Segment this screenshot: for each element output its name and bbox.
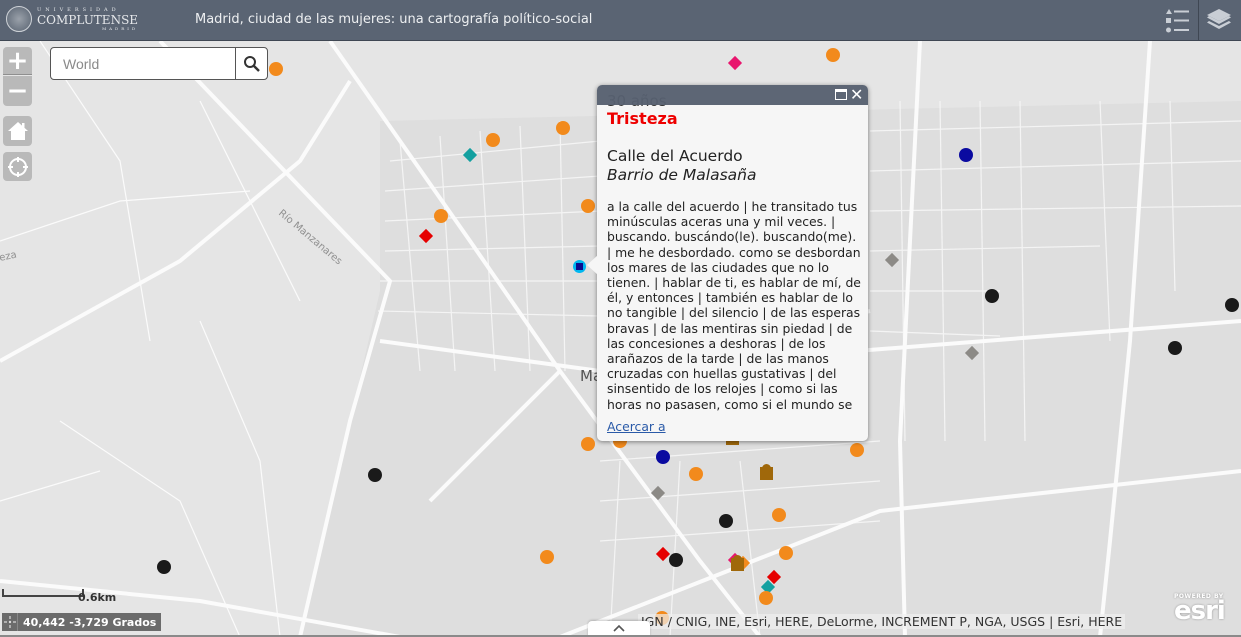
popup-text: a la calle del acuerdo | he transitado t… [607,199,861,411]
map-marker-circle[interactable] [959,148,973,162]
map-marker-circle[interactable] [368,468,382,482]
popup-pointer [587,255,598,275]
close-icon[interactable]: ✕ [850,85,863,105]
map-marker-square[interactable] [760,464,773,480]
map-marker-circle[interactable] [772,508,786,522]
esri-wordmark: esri [1174,596,1226,626]
map-marker-circle[interactable] [669,553,683,567]
layers-button[interactable] [1198,0,1241,41]
popup-body: 30 años Tristeza Calle del Acuerdo Barri… [607,93,862,411]
map-view[interactable]: Río Manzanares eza Ma + − World ✕ Triste… [0,41,1241,637]
attribution: IGN / CNIG, INE, Esri, HERE, DeLorme, IN… [638,614,1126,629]
logo-line-3: MADRID [102,25,139,31]
search-button[interactable] [235,48,267,79]
map-marker-circle[interactable] [689,467,703,481]
home-button[interactable] [3,116,32,146]
logo-line-2: COMPLUTENSE [37,12,139,27]
locate-button[interactable] [3,152,32,181]
map-marker-circle[interactable] [719,514,733,528]
university-seal-icon [6,6,32,32]
map-marker-circle[interactable] [540,550,554,564]
map-marker-circle[interactable] [434,209,448,223]
map-marker-circle[interactable] [581,437,595,451]
map-marker-circle[interactable] [556,121,570,135]
map-marker-circle[interactable] [1225,298,1239,312]
info-popup: ✕ 30 años Tristeza Calle del Acuerdo Bar… [597,85,868,441]
map-marker-circle[interactable] [985,289,999,303]
legend-button[interactable] [1156,0,1198,41]
scale-label: 0.6km [78,591,117,604]
university-logo: UNIVERSIDAD COMPLUTENSE MADRID [6,6,138,32]
coordinates-text: 40,442 -3,729 Grados [23,615,157,629]
maximize-icon[interactable] [835,89,847,100]
popup-header: ✕ [597,85,868,105]
home-icon [7,122,28,140]
esri-logo[interactable]: POWERED BY esri [1174,593,1226,626]
app-header: UNIVERSIDAD COMPLUTENSE MADRID Madrid, c… [0,0,1241,41]
search-input[interactable] [51,48,235,79]
selected-marker[interactable] [573,260,586,273]
locate-icon [7,156,28,177]
app-window: UNIVERSIDAD COMPLUTENSE MADRID Madrid, c… [0,0,1241,637]
logo-line-1: UNIVERSIDAD [37,6,120,13]
legend-list-icon [1166,9,1189,33]
search-icon [243,55,260,72]
popup-emotion: Tristeza [607,109,678,128]
scale-bar [2,589,84,597]
coordinates-widget: 40,442 -3,729 Grados [2,613,162,631]
map-marker-circle[interactable] [581,199,595,213]
map-marker-circle[interactable] [486,133,500,147]
layers-icon [1207,9,1231,29]
search-box [50,47,268,80]
map-marker-circle[interactable] [850,443,864,457]
chevron-up-icon [613,624,625,632]
map-marker-circle[interactable] [779,546,793,560]
zoom-in-button[interactable]: + [3,47,32,75]
map-marker-circle[interactable] [1168,341,1182,355]
app-title: Madrid, ciudad de las mujeres: una carto… [195,12,593,27]
map-marker-circle[interactable] [656,450,670,464]
zoom-out-button[interactable]: − [3,76,32,106]
popup-barrio: Barrio de Malasaña [607,166,757,184]
map-marker-square[interactable] [731,555,744,571]
map-marker-circle[interactable] [759,591,773,605]
map-marker-circle[interactable] [826,48,840,62]
zoom-to-link[interactable]: Acercar a [607,419,666,434]
crosshair-icon[interactable] [2,613,18,631]
popup-street: Calle del Acuerdo [607,147,743,165]
map-marker-circle[interactable] [269,62,283,76]
map-marker-circle[interactable] [157,560,171,574]
